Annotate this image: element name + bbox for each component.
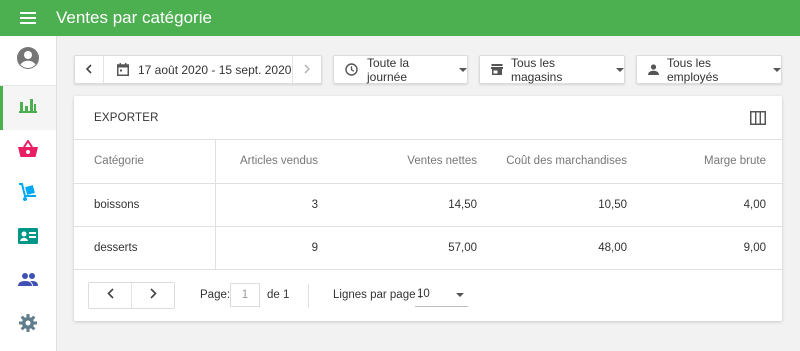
column-header-net-sales[interactable]: Ventes nettes [338, 140, 477, 184]
cell-items-sold: 9 [215, 226, 338, 270]
chevron-left-icon [85, 63, 92, 77]
cell-net-sales: 14,50 [338, 183, 477, 227]
store-filter-label: Tous les magasins [511, 55, 563, 84]
sidebar-item-customers[interactable] [0, 260, 56, 304]
gear-icon [19, 313, 37, 337]
date-range-label: 17 août 2020 - 15 sept. 2020 [138, 62, 292, 77]
sidebar [0, 36, 57, 351]
sidebar-item-settings[interactable] [0, 304, 56, 348]
next-period-button[interactable] [292, 56, 321, 83]
page-count-label: de 1 [267, 288, 290, 301]
chevron-right-icon [304, 63, 311, 77]
cell-cost-of-goods: 10,50 [477, 183, 627, 227]
rows-per-page-value: 10 [417, 288, 430, 300]
time-filter-dropdown[interactable]: Toute la journée [333, 55, 468, 84]
sidebar-item-reports[interactable] [0, 86, 56, 130]
menu-icon[interactable] [0, 0, 56, 36]
caret-down-icon [456, 292, 464, 297]
cell-category: boissons [74, 183, 216, 227]
cell-cost-of-goods: 48,00 [477, 226, 627, 270]
page-title: Ventes par catégorie [56, 8, 212, 27]
calendar-icon [117, 63, 129, 76]
store-filter-dropdown[interactable]: Tous les magasins [479, 55, 625, 84]
next-page-button[interactable] [132, 283, 174, 308]
cell-net-sales: 57,00 [338, 226, 477, 270]
store-icon [491, 64, 503, 75]
chevron-left-icon [106, 288, 114, 302]
previous-page-button[interactable] [89, 282, 132, 308]
rows-per-page-select[interactable]: 10 [415, 283, 468, 307]
previous-period-button[interactable] [75, 56, 104, 83]
date-range-picker: 17 août 2020 - 15 sept. 2020 [74, 55, 322, 84]
export-button[interactable]: EXPORTER [94, 112, 159, 124]
table-row[interactable]: desserts 9 57,00 48,00 9,00 [74, 226, 782, 270]
caret-down-icon [616, 67, 624, 72]
divider [308, 283, 309, 308]
caret-down-icon [773, 67, 781, 72]
cell-gross-margin: 4,00 [627, 183, 782, 227]
cell-category: desserts [74, 226, 216, 270]
pagination: Page: de 1 Lignes par page : 10 [74, 270, 782, 322]
bar-chart-icon [19, 97, 37, 118]
people-icon [18, 272, 38, 291]
employee-filter-label: Tous les employés [667, 55, 719, 84]
shopping-basket-icon [18, 138, 38, 163]
clock-icon [345, 63, 358, 76]
table-row[interactable]: boissons 3 14,50 10,50 4,00 [74, 183, 782, 227]
rows-per-page-label: Lignes par page : [333, 288, 422, 301]
page-nav [88, 281, 175, 309]
sidebar-item-sales[interactable] [0, 130, 56, 174]
column-header-items-sold[interactable]: Articles vendus [215, 140, 338, 184]
account-circle-icon [16, 46, 40, 75]
column-header-cost-of-goods[interactable]: Coût des marchandises [477, 140, 627, 184]
badge-icon [18, 227, 38, 249]
column-header-gross-margin[interactable]: Marge brute [627, 140, 782, 184]
chevron-right-icon [149, 288, 157, 302]
filter-bar: 17 août 2020 - 15 sept. 2020 Toute la jo… [74, 55, 782, 84]
cell-items-sold: 3 [215, 183, 338, 227]
report-table: Catégorie Articles vendus Ventes nettes … [74, 140, 782, 270]
app-bar: Ventes par catégorie [0, 0, 800, 36]
page-number-input[interactable] [230, 282, 260, 307]
employee-filter-dropdown[interactable]: Tous les employés [636, 55, 782, 84]
table-header-row: Catégorie Articles vendus Ventes nettes … [74, 140, 782, 184]
date-range-button[interactable]: 17 août 2020 - 15 sept. 2020 [104, 56, 292, 83]
card-header: EXPORTER [74, 96, 782, 140]
page-label: Page: [200, 288, 231, 301]
time-filter-label: Toute la journée [367, 55, 410, 84]
sidebar-item-employees[interactable] [0, 217, 56, 261]
columns-icon[interactable] [750, 110, 766, 125]
sidebar-item-items[interactable] [0, 173, 56, 217]
report-card: EXPORTER Catégorie Articles vendus Vente… [74, 96, 782, 321]
cell-gross-margin: 9,00 [627, 226, 782, 270]
dolly-icon [18, 182, 38, 207]
sidebar-item-account[interactable] [0, 36, 56, 86]
person-icon [648, 64, 659, 75]
caret-down-icon [459, 67, 467, 72]
column-header-category[interactable]: Catégorie [74, 140, 216, 184]
